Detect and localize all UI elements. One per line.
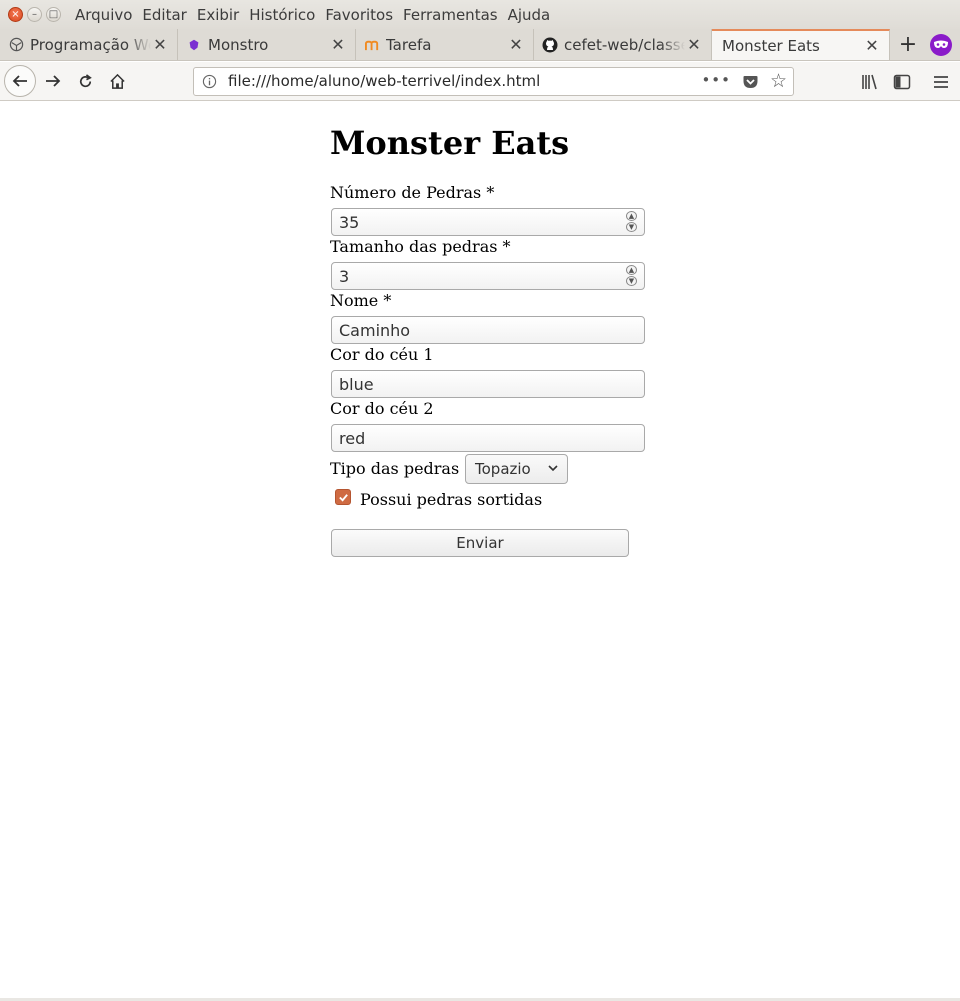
tipo-pedras-select[interactable]: Topazio	[465, 454, 568, 484]
nome-input[interactable]: Caminho	[331, 316, 645, 344]
menu-arquivo[interactable]: Arquivo	[75, 6, 132, 24]
gem-icon	[186, 37, 202, 53]
tipo-pedras-label: Tipo das pedras	[330, 459, 460, 478]
tab-title: cefet-web/classes	[564, 35, 685, 54]
bookmark-star-icon[interactable]: ☆	[770, 70, 787, 92]
window-minimize-button[interactable]: –	[27, 7, 42, 22]
num-pedras-spinner[interactable]: ▲ ▼	[626, 211, 638, 233]
tamanho-input[interactable]: 3 ▲ ▼	[331, 262, 645, 290]
menu-exibir[interactable]: Exibir	[197, 6, 239, 24]
tab-title: Monstro	[208, 35, 269, 54]
close-icon[interactable]: ✕	[685, 35, 703, 54]
tamanho-value: 3	[339, 267, 350, 286]
window-maximize-button[interactable]: □	[46, 7, 61, 22]
github-icon	[542, 37, 558, 53]
home-icon	[109, 73, 125, 89]
spin-down-icon[interactable]: ▼	[626, 222, 637, 232]
forward-button[interactable]	[38, 66, 68, 96]
menu-ferramentas[interactable]: Ferramentas	[403, 6, 498, 24]
cor-ceu-1-value: blue	[339, 375, 374, 394]
close-icon[interactable]: ✕	[151, 35, 169, 54]
reload-button[interactable]	[70, 66, 100, 96]
navigation-bar: file:///home/aluno/web-terrivel/index.ht…	[0, 62, 960, 101]
tab-title: Monster Eats	[722, 36, 820, 55]
window-controls: × – □	[8, 7, 61, 22]
sidebar-icon[interactable]	[892, 72, 912, 92]
moodle-icon	[364, 37, 380, 53]
cor-ceu-2-input[interactable]: red	[331, 424, 645, 452]
tamanho-spinner[interactable]: ▲ ▼	[626, 265, 638, 287]
web-globe-icon	[8, 37, 24, 53]
new-tab-button[interactable]: +	[890, 29, 926, 60]
spin-down-icon[interactable]: ▼	[626, 276, 637, 286]
tab-title: Programação Web	[30, 35, 151, 54]
chevron-down-icon	[548, 465, 558, 472]
tipo-pedras-value: Topazio	[475, 460, 531, 478]
plus-icon: +	[898, 32, 918, 57]
url-text[interactable]: file:///home/aluno/web-terrivel/index.ht…	[228, 72, 540, 90]
tamanho-label: Tamanho das pedras *	[330, 237, 511, 256]
tab-title: Tarefa	[386, 35, 432, 54]
tab-monster-eats[interactable]: Monster Eats ✕	[712, 29, 890, 60]
close-icon[interactable]: ✕	[507, 35, 525, 54]
num-pedras-label: Número de Pedras *	[330, 183, 495, 202]
cor-ceu-2-label: Cor do céu 2	[330, 399, 434, 418]
menu-editar[interactable]: Editar	[142, 6, 186, 24]
enviar-button[interactable]: Enviar	[331, 529, 629, 557]
menu-favoritos[interactable]: Favoritos	[325, 6, 393, 24]
back-button[interactable]	[4, 65, 36, 97]
tab-tarefa[interactable]: Tarefa ✕	[356, 29, 534, 60]
nome-value: Caminho	[339, 321, 411, 340]
cor-ceu-2-value: red	[339, 429, 366, 448]
cor-ceu-1-label: Cor do céu 1	[330, 345, 434, 364]
num-pedras-input[interactable]: 35 ▲ ▼	[331, 208, 645, 236]
home-button[interactable]	[102, 66, 132, 96]
menu-ajuda[interactable]: Ajuda	[508, 6, 551, 24]
menu-historico[interactable]: Histórico	[249, 6, 315, 24]
window-close-button[interactable]: ×	[8, 7, 23, 22]
page-title: Monster Eats	[330, 124, 570, 162]
tab-cefet-web[interactable]: cefet-web/classes ✕	[534, 29, 712, 60]
pedras-sortidas-label: Possui pedras sortidas	[360, 490, 543, 509]
page-actions-icon[interactable]: •••	[701, 71, 731, 89]
reload-icon	[79, 73, 92, 87]
checkmark-icon	[338, 493, 348, 502]
close-icon[interactable]: ✕	[329, 35, 347, 54]
spin-up-icon[interactable]: ▲	[626, 211, 637, 221]
close-icon[interactable]: ✕	[863, 36, 881, 55]
arrow-right-icon	[46, 75, 61, 87]
url-bar[interactable]: file:///home/aluno/web-terrivel/index.ht…	[193, 67, 794, 96]
pedras-sortidas-checkbox[interactable]	[335, 489, 351, 505]
nome-label: Nome *	[330, 291, 392, 310]
private-browsing-icon	[930, 34, 952, 56]
cor-ceu-1-input[interactable]: blue	[331, 370, 645, 398]
info-icon[interactable]	[202, 74, 217, 89]
menu-bar: × – □ Arquivo Editar Exibir Histórico Fa…	[0, 0, 960, 29]
tab-programacao-web[interactable]: Programação Web ✕	[0, 29, 178, 60]
hamburger-menu-icon[interactable]	[931, 72, 951, 92]
spin-up-icon[interactable]: ▲	[626, 265, 637, 275]
pocket-icon[interactable]	[742, 74, 759, 90]
arrow-left-icon	[12, 75, 27, 87]
num-pedras-value: 35	[339, 213, 360, 232]
menu-items: Arquivo Editar Exibir Histórico Favorito…	[75, 6, 550, 24]
tab-strip: Programação Web ✕ Monstro ✕ Tarefa ✕ cef…	[0, 29, 960, 61]
library-icon[interactable]	[860, 72, 880, 92]
tab-monstro[interactable]: Monstro ✕	[178, 29, 356, 60]
